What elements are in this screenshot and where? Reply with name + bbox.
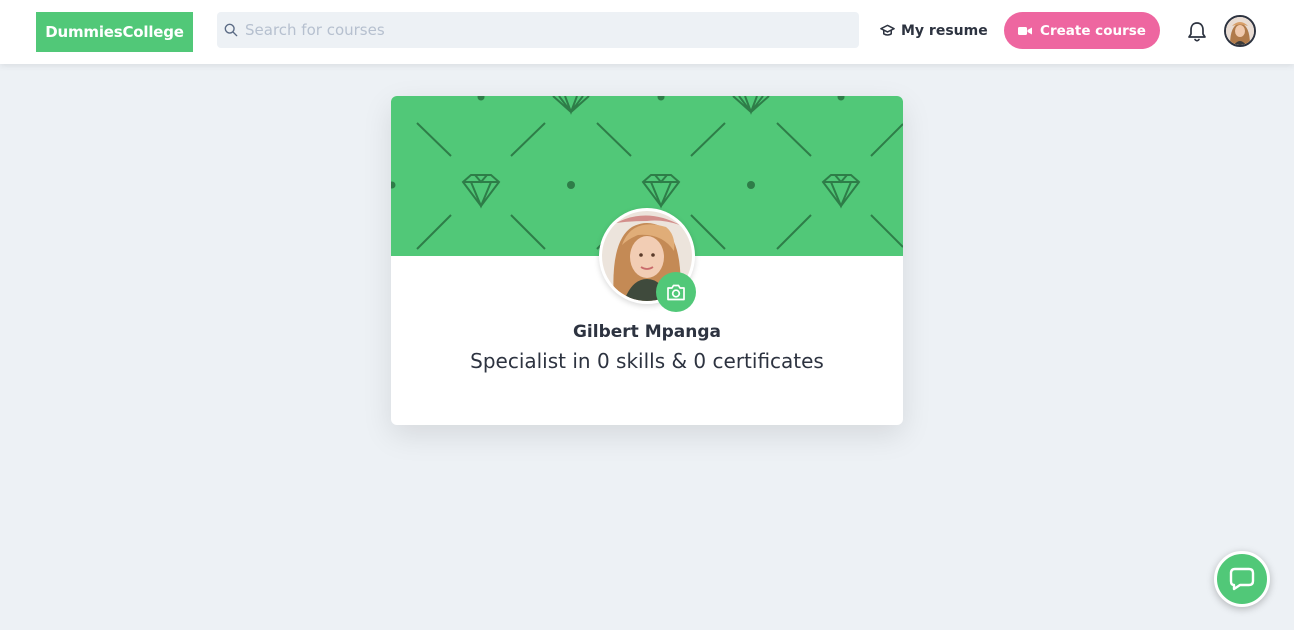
chat-icon: [1229, 567, 1255, 591]
search-icon: [224, 23, 238, 37]
my-resume-link[interactable]: My resume: [880, 20, 988, 42]
change-photo-button[interactable]: [656, 272, 696, 312]
search-input[interactable]: [245, 12, 845, 48]
top-navbar: DummiesCollege My resume Create course: [0, 0, 1294, 64]
search-bar[interactable]: [217, 12, 859, 48]
video-camera-icon: [1018, 26, 1033, 35]
chat-button[interactable]: [1214, 551, 1270, 607]
create-course-label: Create course: [1040, 22, 1146, 39]
profile-tagline: Specialist in 0 skills & 0 certificates: [470, 349, 824, 373]
logo[interactable]: DummiesCollege: [36, 12, 193, 52]
graduation-cap-icon: [880, 24, 895, 36]
bell-icon[interactable]: [1187, 21, 1207, 43]
camera-icon: [667, 284, 685, 300]
avatar-photo: [1226, 17, 1254, 45]
profile-name: Gilbert Mpanga: [572, 322, 722, 342]
my-resume-label: My resume: [901, 23, 988, 39]
profile-card: Gilbert Mpanga Specialist in 0 skills & …: [391, 96, 903, 425]
create-course-button[interactable]: Create course: [1004, 12, 1160, 49]
user-avatar[interactable]: [1224, 15, 1256, 47]
